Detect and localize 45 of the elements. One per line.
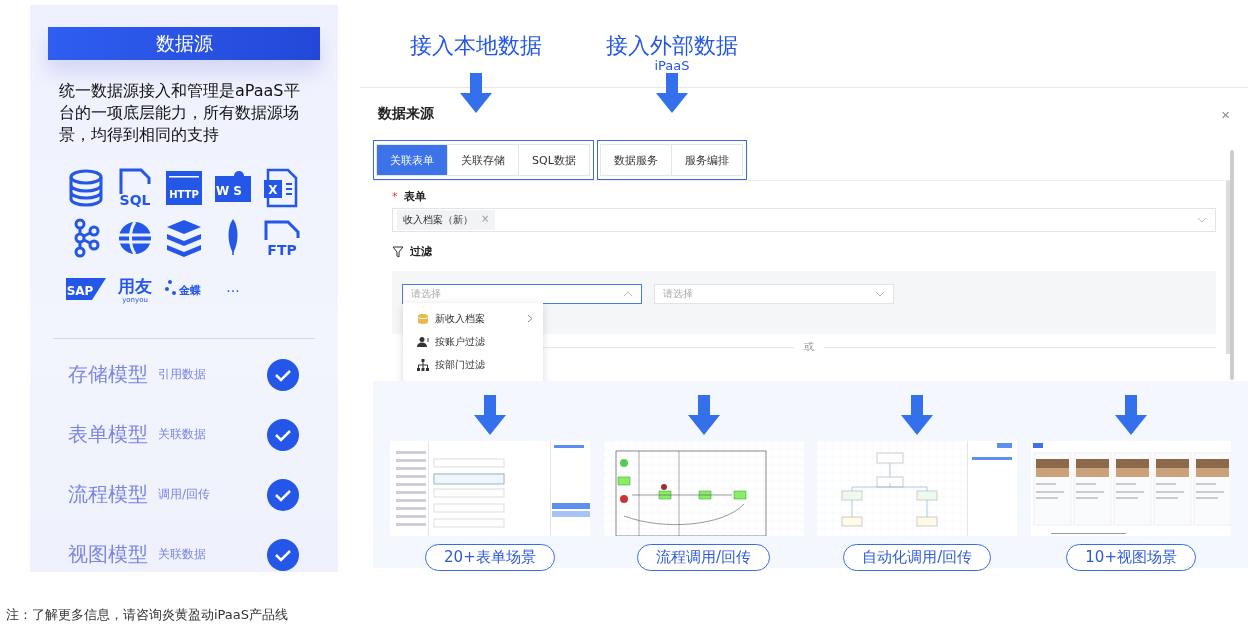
- model-name: 流程模型: [68, 481, 148, 508]
- scenario-label: 流程调用/回传: [637, 544, 771, 571]
- chevron-icon: [623, 291, 633, 297]
- tag: 收入档案（新） ×: [397, 210, 496, 230]
- tab[interactable]: 关联存储: [447, 144, 519, 176]
- panel-title: 数据源: [48, 27, 320, 61]
- tab[interactable]: 服务编排: [671, 144, 743, 176]
- scenario-label: 20+表单场景: [425, 544, 555, 571]
- access-heading: 接入本地数据: [410, 33, 542, 59]
- tab[interactable]: 关联表单: [376, 144, 448, 176]
- close-button[interactable]: ×: [1221, 105, 1230, 123]
- scenario-label: 10+视图场景: [1066, 544, 1196, 571]
- footer-note: 注：了解更多信息，请咨询炎黄盈动iPaaS产品线: [6, 606, 290, 624]
- filter-icon: [392, 245, 404, 258]
- dialog-title: 数据来源: [378, 105, 434, 123]
- model-name: 存储模型: [68, 361, 148, 388]
- field-label: 表单: [403, 189, 426, 204]
- filter-label: 过滤: [410, 244, 432, 259]
- tab[interactable]: 数据服务: [600, 144, 672, 176]
- access-heading: 接入外部数据: [606, 33, 738, 59]
- panel-description: 统一数据源接入和管理是aPaaS平台的一项底层能力，所有数据源场景，均得到相同的支持: [59, 80, 301, 147]
- form-select[interactable]: 收入档案（新） ×: [392, 208, 1216, 232]
- model-note: 引用数据: [158, 366, 207, 383]
- menu-item[interactable]: 新收入档案: [403, 307, 543, 330]
- scenario-label: 自动化调用/回传: [843, 544, 992, 571]
- stack-icon: [164, 218, 204, 259]
- more-text: ...: [213, 268, 253, 309]
- model-note: 关联数据: [158, 546, 207, 563]
- or-divider: 或: [804, 340, 814, 354]
- leaf-icon: [227, 218, 239, 257]
- chevron-icon: [1197, 217, 1207, 223]
- model-note: 关联数据: [158, 426, 207, 443]
- user-icon: [417, 335, 429, 348]
- model-name: 视图模型: [68, 541, 148, 568]
- menu-item[interactable]: 按账户过滤: [403, 330, 543, 353]
- model-note: 调用/回传: [158, 486, 212, 503]
- tab[interactable]: SQL数据: [518, 144, 590, 176]
- chevron-icon: [875, 291, 885, 297]
- kingdee-logo: 金蝶: [164, 268, 204, 309]
- menu-item[interactable]: 按部门过滤: [403, 353, 543, 376]
- model-name: 表单模型: [68, 421, 148, 448]
- required-mark: *: [392, 190, 398, 203]
- database-icon: [417, 312, 429, 325]
- access-subheading: iPaaS: [654, 59, 690, 73]
- org-chart-icon: [417, 358, 429, 371]
